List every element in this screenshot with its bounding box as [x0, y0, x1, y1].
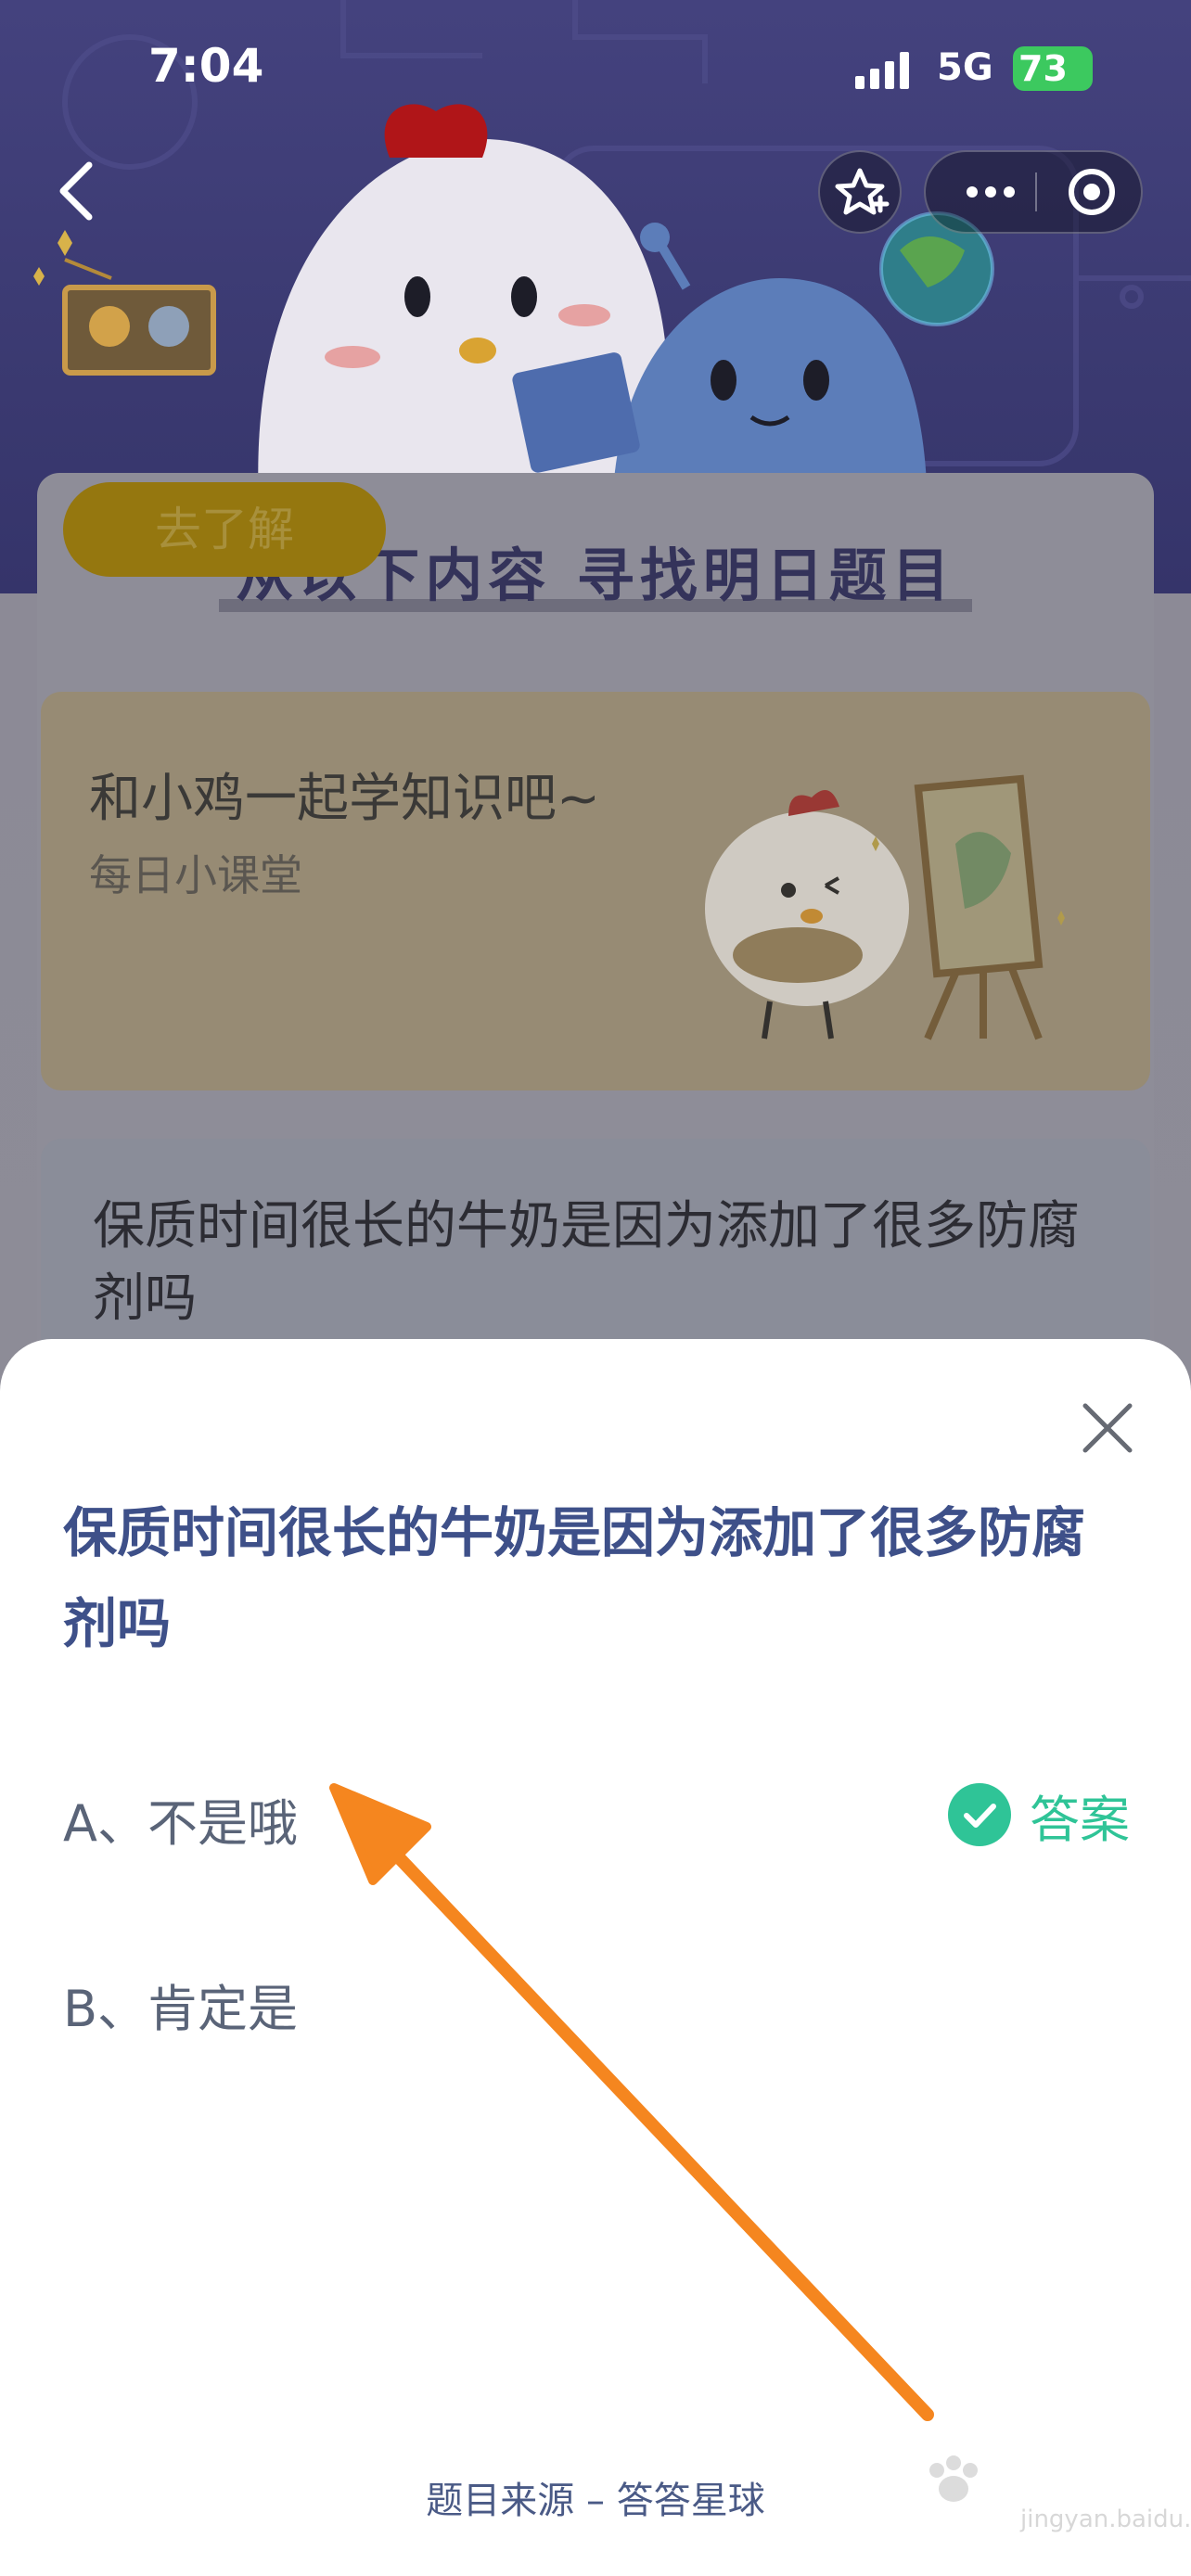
course-title: 和小鸡一起学知识吧~	[89, 769, 600, 829]
star-plus-icon	[835, 168, 890, 215]
status-bar: 7:04 5G 73	[0, 0, 1191, 139]
option-a-label: A、不是哦	[63, 1794, 298, 1853]
answer-sheet: 保质时间很长的牛奶是因为添加了很多防腐剂吗 A、不是哦 答案 B、肯定是 题目来…	[0, 1339, 1191, 2576]
answer-tag: 答案	[948, 1782, 1130, 1849]
paw-logo-icon	[929, 2455, 978, 2502]
battery-indicator: 73	[1013, 46, 1093, 91]
option-b[interactable]: B、肯定是	[63, 1951, 1130, 2044]
baidu-watermark: jingyan.baidu.com	[909, 2452, 1191, 2554]
target-circle-icon[interactable]	[1052, 152, 1132, 232]
option-a[interactable]: A、不是哦 答案	[63, 1766, 1130, 1858]
question-title: 保质时间很长的牛奶是因为添加了很多防腐剂吗	[63, 1501, 1086, 1655]
option-b-label: B、肯定是	[63, 1980, 299, 2038]
close-icon[interactable]	[1074, 1395, 1141, 1461]
question-card-text: 保质时间很长的牛奶是因为添加了很多防腐剂吗	[93, 1196, 1080, 1329]
chevron-left-icon[interactable]	[52, 158, 100, 224]
status-time: 7:04	[148, 39, 264, 93]
mini-program-capsule	[924, 150, 1143, 234]
watermark-text: jingyan.baidu.com	[1020, 2506, 1191, 2533]
course-subtitle: 每日小课堂	[89, 850, 302, 900]
learn-more-button[interactable]: 去了解	[63, 482, 386, 577]
check-circle-icon	[948, 1783, 1011, 1846]
more-dots-icon[interactable]	[944, 152, 1037, 232]
network-type: 5G	[937, 46, 993, 89]
painting-chicken-illustration	[705, 774, 1065, 1040]
capsule-divider	[1035, 172, 1037, 211]
badge-frame-illustration	[33, 230, 216, 376]
signal-strength-icon	[855, 52, 909, 89]
answer-label: 答案	[1030, 1790, 1130, 1849]
favorite-button[interactable]	[818, 150, 902, 234]
